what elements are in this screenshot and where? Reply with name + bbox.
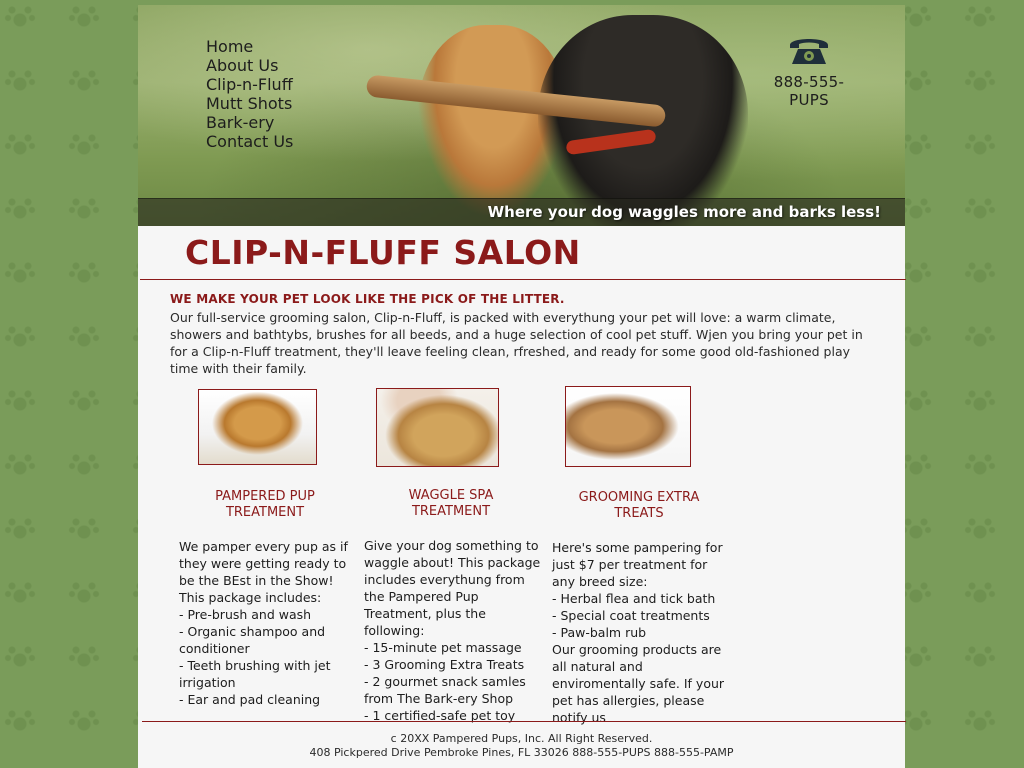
main-nav: Home About Us Clip-n-Fluff Mutt Shots Ba… — [206, 37, 293, 151]
footer-address: 408 Pickpered Drive Pembroke Pines, FL 3… — [309, 746, 734, 759]
nav-item-contact-us[interactable]: Contact Us — [206, 132, 293, 151]
header-banner: Home About Us Clip-n-Fluff Mutt Shots Ba… — [138, 5, 905, 226]
waggle-spa-image — [376, 388, 499, 467]
tagline-bar: Where your dog waggles more and barks le… — [138, 198, 905, 226]
phone-number[interactable]: 888-555-PUPS — [764, 73, 854, 109]
nav-item-bark-ery[interactable]: Bark-ery — [206, 113, 293, 132]
tagline: Where your dog waggles more and barks le… — [487, 203, 881, 221]
title-divider — [140, 279, 906, 280]
grooming-extras-description: Here's some pampering for just $7 per tr… — [552, 540, 725, 725]
page-title: CLIP-N-FLUFF SALON — [185, 233, 581, 272]
pampered-pup-description: We pamper every pup as if they were gett… — [179, 539, 348, 707]
pampered-pup-heading: PAMPERED PUP TREATMENT — [215, 489, 315, 520]
telephone-icon — [764, 33, 854, 67]
nav-item-mutt-shots[interactable]: Mutt Shots — [206, 94, 293, 113]
waggle-spa-heading: WAGGLE SPA TREATMENT — [408, 488, 494, 519]
footer: c 20XX Pampered Pups, Inc. All Right Res… — [138, 732, 905, 760]
grooming-extras-heading: GROOMING EXTRA TREATS — [578, 490, 700, 521]
intro-paragraph: Our full-service grooming salon, Clip-n-… — [170, 310, 863, 376]
waggle-spa-description: Give your dog something to waggle about!… — [364, 538, 541, 723]
intro-heading: WE MAKE YOUR PET LOOK LIKE THE PICK OF T… — [170, 292, 565, 306]
page-container: Home About Us Clip-n-Fluff Mutt Shots Ba… — [138, 5, 906, 768]
footer-copyright: c 20XX Pampered Pups, Inc. All Right Res… — [390, 732, 653, 745]
nav-item-clip-n-fluff[interactable]: Clip-n-Fluff — [206, 75, 293, 94]
footer-divider — [142, 721, 906, 722]
pampered-pup-image — [198, 389, 317, 465]
nav-item-home[interactable]: Home — [206, 37, 293, 56]
nav-item-about-us[interactable]: About Us — [206, 56, 293, 75]
grooming-extras-image — [565, 386, 691, 467]
phone-contact: 888-555-PUPS — [764, 33, 854, 109]
